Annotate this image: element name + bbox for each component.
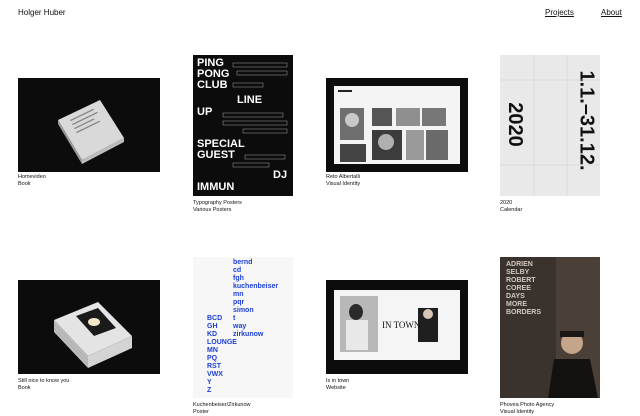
poster-word: cd: [233, 267, 242, 274]
project-thumbnail: IN TOWN: [326, 280, 468, 374]
poster-word: BCD: [207, 315, 223, 322]
poster-word: pqr: [233, 299, 245, 306]
poster-word: Z: [207, 387, 212, 394]
project-type: Visual Identity: [326, 181, 361, 187]
project-type: Various Posters: [193, 207, 232, 213]
poster-word: kuchenbeiser: [233, 283, 279, 290]
project-title: 2020: [500, 200, 513, 206]
poster-word: simon: [233, 307, 254, 314]
poster-word: t: [233, 315, 236, 322]
project-thumbnail: [18, 280, 160, 374]
cover-line: DAYS: [506, 293, 525, 300]
project-title: Phovea Photo Agency: [500, 402, 555, 408]
poster-word: bernd: [233, 259, 253, 266]
project-thumbnail: [18, 78, 160, 172]
book-stack-image: [53, 302, 132, 368]
poster-word: way: [233, 323, 247, 330]
poster-word: RST: [207, 363, 221, 370]
project-title: Kuchenbeiser/Zirkunow: [193, 402, 251, 408]
project-title: Homevideo: [18, 174, 46, 180]
project-type: Visual Identity: [500, 409, 535, 415]
project-title: Reto Albertalli: [326, 174, 360, 180]
site-title[interactable]: Holger Huber: [18, 8, 66, 17]
website-heading: IN TOWN: [382, 320, 421, 330]
book-image: [58, 100, 124, 164]
cover-line: ADRIEN: [506, 261, 533, 268]
cover-line: BORDERS: [506, 309, 542, 316]
poster-word: fgh: [233, 275, 244, 282]
project-type: Calendar: [500, 207, 523, 213]
project-type: Book: [18, 181, 31, 187]
nav-about-link[interactable]: About: [601, 8, 622, 17]
project-title: Is in town: [326, 378, 350, 384]
project-thumbnail: 2020 1.1.–31.12.: [500, 55, 600, 196]
calendar-grid: [500, 55, 600, 196]
project-thumbnail: ADRIEN SELBY ROBERT COREE DAYS MORE BORD…: [500, 257, 600, 398]
poster-word: GH: [207, 323, 218, 330]
cover-line: ROBERT: [506, 277, 536, 284]
cover-line: MORE: [506, 301, 527, 308]
project-type: Website: [326, 385, 346, 391]
poster-word: mn: [233, 291, 244, 298]
poster-word: KD: [207, 331, 218, 338]
cover-line: SELBY: [506, 269, 530, 276]
poster-word: VWX: [207, 371, 223, 378]
nav-projects-link[interactable]: Projects: [545, 8, 574, 17]
poster-outline-pattern: [222, 62, 288, 168]
poster-word: PQ: [207, 355, 218, 362]
project-thumbnail: [326, 78, 468, 172]
cover-line: COREE: [506, 285, 531, 292]
project-title: Typography Posters: [193, 200, 242, 206]
project-type: Poster: [193, 409, 209, 415]
project-thumbnail: bernd cd fgh kuchenbeiser mn pqr simon t…: [193, 257, 293, 398]
site-header: Holger Huber Projects About: [0, 0, 640, 26]
poster-word: Y: [207, 379, 212, 386]
website-screenshot: [334, 86, 460, 164]
poster-word: MN: [207, 347, 218, 354]
project-type: Book: [18, 385, 31, 391]
poster-word: zirkunow: [233, 331, 264, 338]
project-title: Still nice to know you: [18, 378, 70, 384]
poster-word: LOUNGE: [207, 339, 237, 346]
project-thumbnail: PING PONG CLUB LINE UP SPECIAL GUEST DJ …: [193, 55, 293, 196]
